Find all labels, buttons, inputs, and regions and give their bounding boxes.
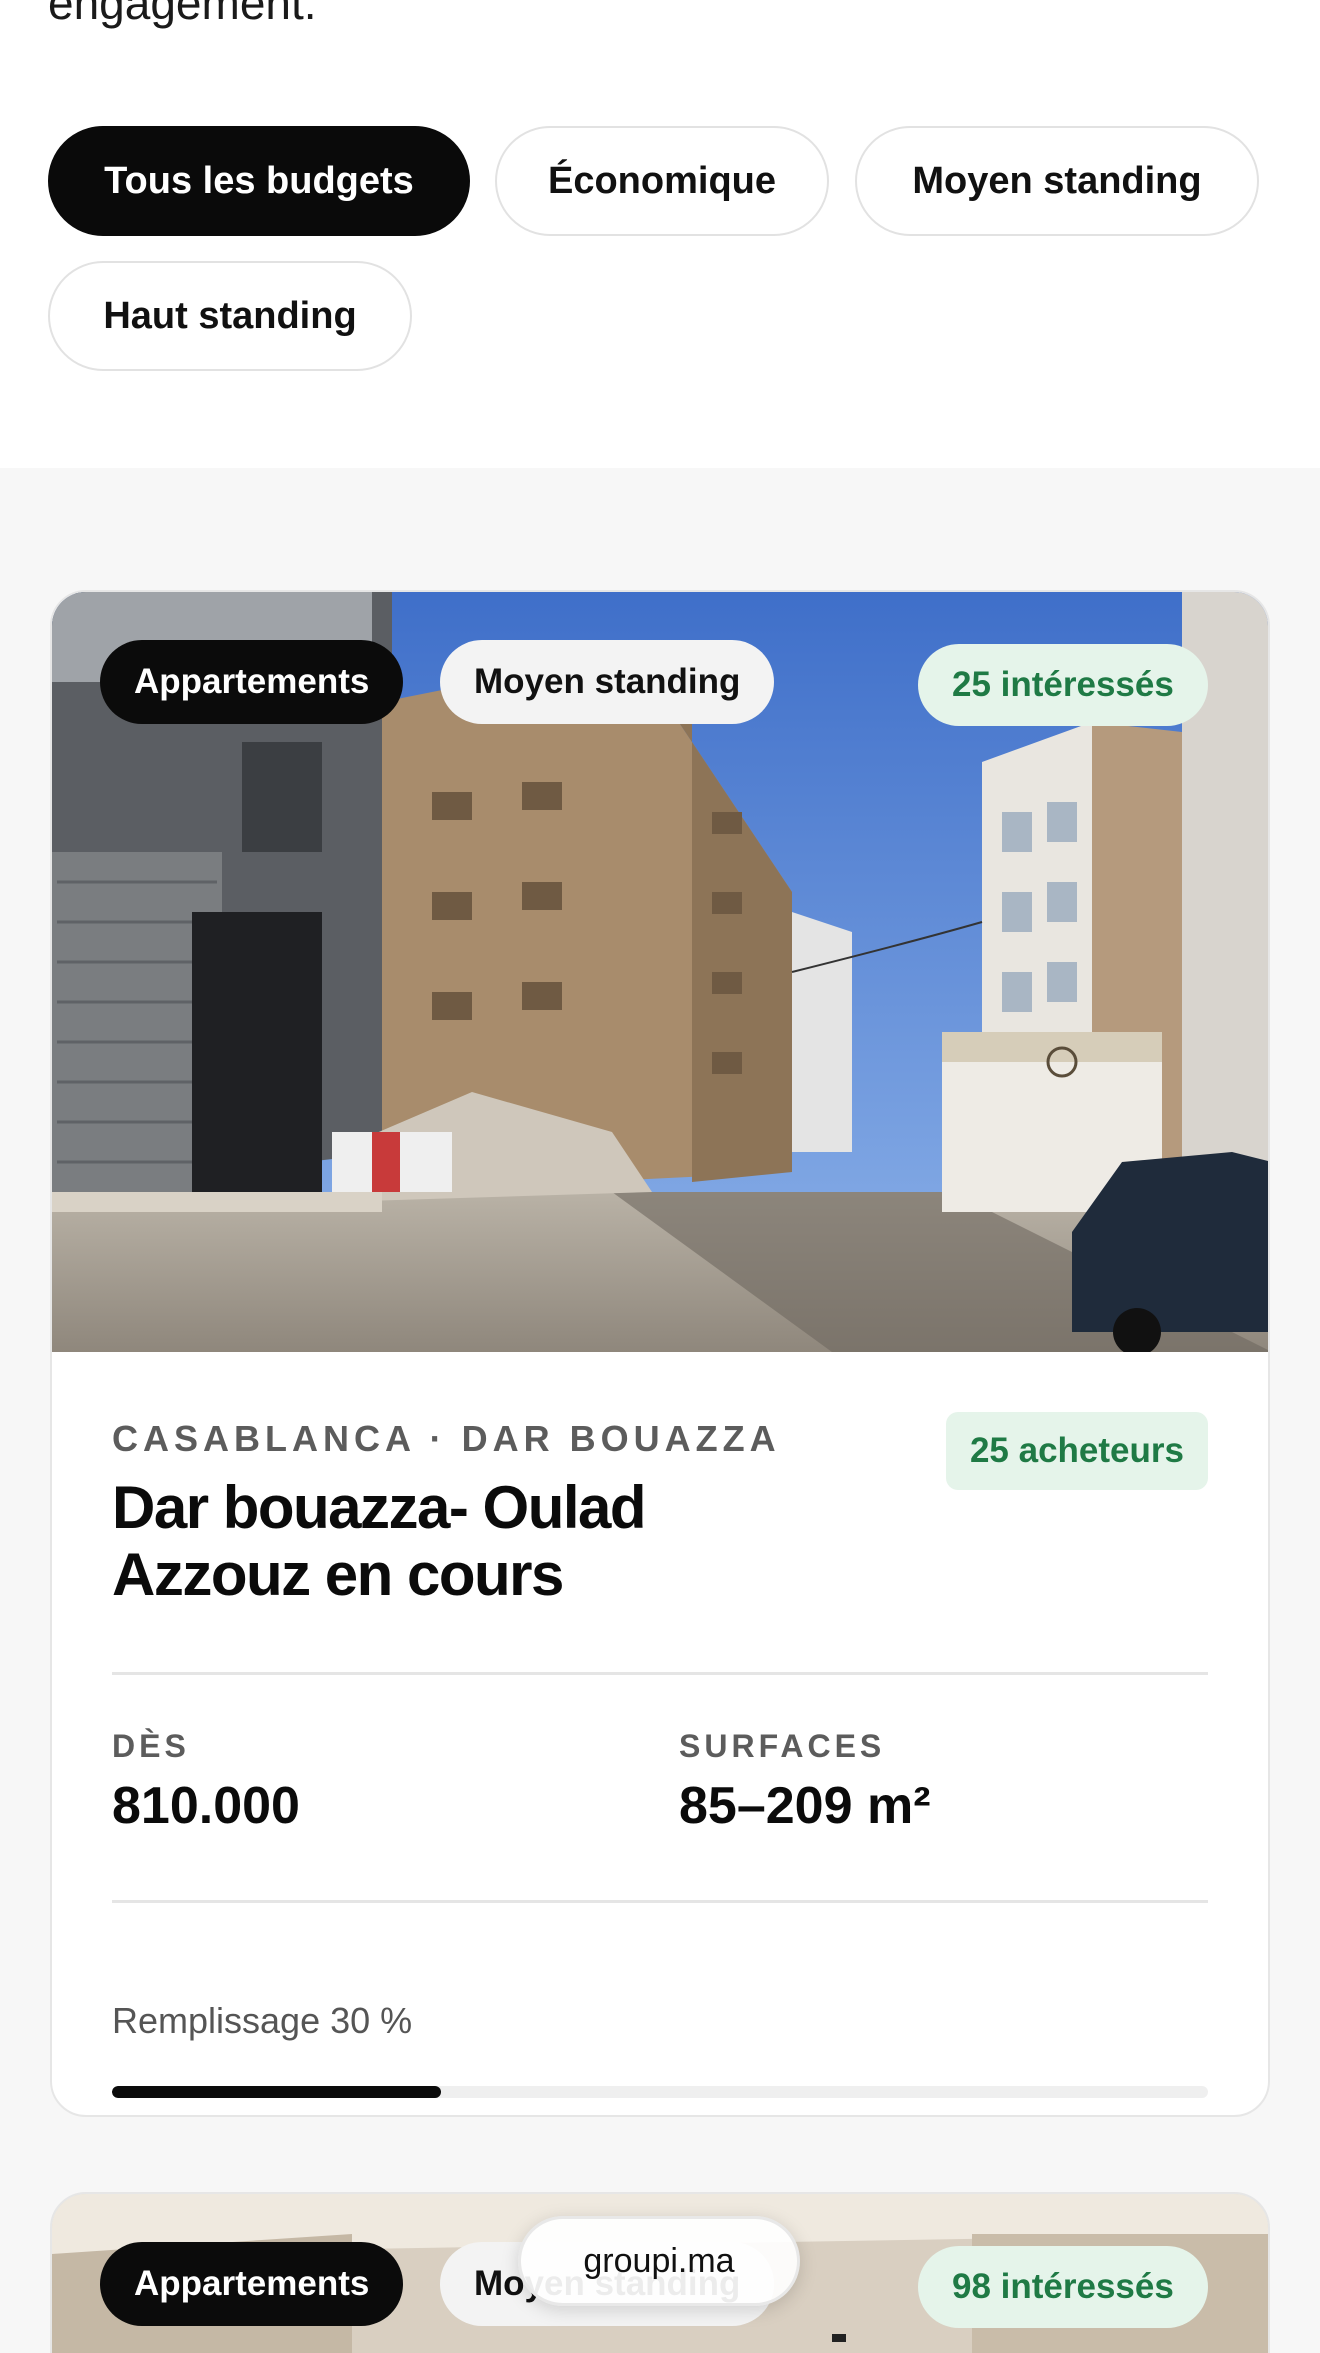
- intro-text: engagement.: [48, 0, 317, 29]
- category-tag: Appartements: [100, 2242, 404, 2326]
- listing-photo: Appartements Moyen standing 25 intéressé…: [52, 592, 1268, 1352]
- filter-chip-haut-standing[interactable]: Haut standing: [48, 261, 412, 371]
- standing-tag: Moyen standing: [440, 640, 775, 724]
- divider: [112, 1900, 1208, 1903]
- price-label: DÈS: [112, 1728, 190, 1764]
- browser-url-pill[interactable]: groupi.ma: [518, 2216, 800, 2306]
- interested-badge: 25 intéressés: [918, 644, 1208, 726]
- surface-value: 85–209 m²: [679, 1777, 931, 1835]
- filter-chip-moyen-standing[interactable]: Moyen standing: [855, 126, 1259, 236]
- fill-progress-value: [112, 2086, 441, 2098]
- surface-label: SURFACES: [679, 1728, 886, 1764]
- fill-label: Remplissage 30 %: [112, 2000, 413, 2041]
- listing-title: Dar bouazza- Oulad Azzouz en cours: [112, 1474, 647, 1609]
- filter-section: engagement. Tous les budgets Économique …: [0, 0, 1320, 468]
- filter-chip-all-budgets[interactable]: Tous les budgets: [48, 126, 470, 236]
- interested-badge: 98 intéressés: [918, 2246, 1208, 2328]
- filter-chip-economique[interactable]: Économique: [495, 126, 829, 236]
- category-tag: Appartements: [100, 640, 404, 724]
- listing-details: CASABLANCA · DAR BOUAZZA 25 acheteurs Da…: [112, 1352, 1208, 2112]
- divider: [112, 1672, 1208, 1675]
- fill-progress-bar: [112, 2086, 1208, 2098]
- price-value: 810.000: [112, 1777, 300, 1835]
- listing-location: CASABLANCA · DAR BOUAZZA: [112, 1418, 781, 1459]
- buyers-badge: 25 acheteurs: [945, 1412, 1208, 1490]
- listing-card[interactable]: Appartements Moyen standing 25 intéressé…: [50, 590, 1270, 2117]
